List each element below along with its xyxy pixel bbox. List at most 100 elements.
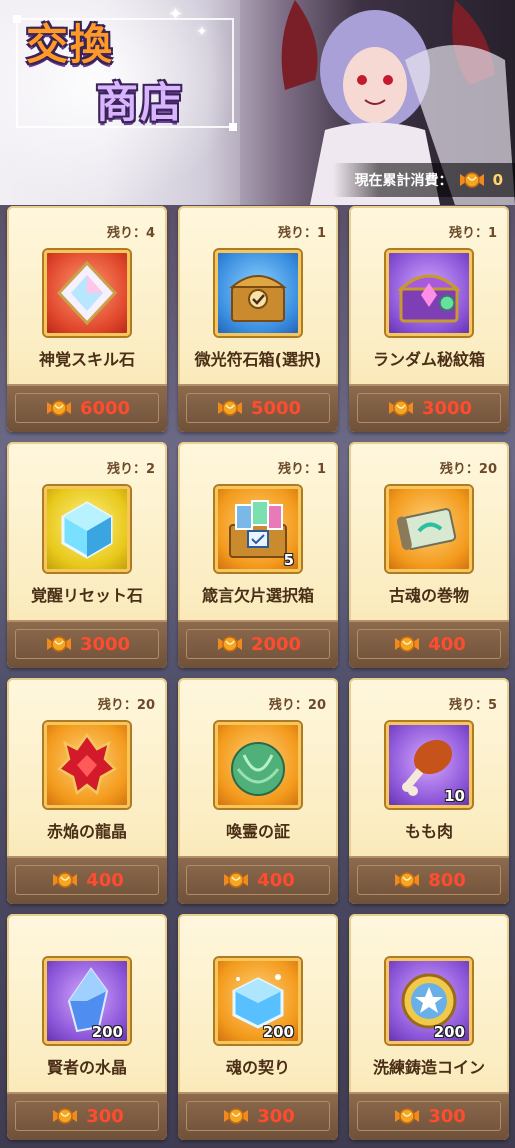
sparkle-icon: ✦ (196, 24, 208, 40)
price-display: 6000 (15, 393, 159, 423)
price-button[interactable]: 300 (7, 1092, 167, 1140)
item-icon-frame: 200 (215, 958, 301, 1044)
item-icon-frame: 5 (215, 486, 301, 572)
item-name: 神覚スキル石 (38, 350, 135, 369)
item-quantity: 200 (91, 1023, 123, 1041)
item-name: 洗練鋳造コイン (372, 1058, 485, 1077)
item-icon-frame: 200 (386, 958, 472, 1044)
item-icon-frame (215, 722, 301, 808)
item-icon-frame (215, 250, 301, 336)
shop-item-card[interactable]: 残り：20 赤焔の龍晶 400 (7, 678, 167, 904)
remaining-count: 残り：20 (97, 698, 155, 713)
candy-currency-icon (46, 636, 71, 652)
remaining-count: 残り：1 (277, 462, 326, 477)
candy-currency-icon (217, 636, 242, 652)
candy-currency-icon (395, 872, 420, 888)
price-button[interactable]: 400 (178, 856, 338, 904)
price-button[interactable]: 2000 (178, 620, 338, 668)
item-price: 800 (428, 869, 466, 891)
candy-currency-icon (53, 872, 78, 888)
item-name: 喚霊の証 (225, 822, 290, 841)
shop-item-card[interactable]: 残り：1 ランダム秘紋箱 3000 (349, 206, 509, 432)
price-display: 3000 (357, 393, 501, 423)
remaining-count: 残り：1 (448, 226, 497, 241)
price-button[interactable]: 800 (349, 856, 509, 904)
price-display: 2000 (186, 629, 330, 659)
shop-item-card[interactable]: 200 賢者の水晶 300 (7, 914, 167, 1140)
price-button[interactable]: 400 (349, 620, 509, 668)
price-display: 400 (186, 865, 330, 895)
candy-currency-icon (224, 872, 249, 888)
shop-item-card[interactable]: 200 洗練鋳造コイン 300 (349, 914, 509, 1140)
item-price: 6000 (79, 397, 131, 419)
item-name: もも肉 (404, 822, 453, 841)
purple-chest-icon (397, 274, 461, 323)
item-price: 5000 (250, 397, 302, 419)
price-display: 400 (15, 865, 159, 895)
treasure-chest-icon (229, 275, 287, 322)
shop-banner: 交換 商店 ✦ ✦ 現在累計消費： 0 (0, 0, 515, 205)
price-button[interactable]: 300 (349, 1092, 509, 1140)
sparkle-icon: ✦ (168, 4, 184, 25)
shop-item-card[interactable]: 残り：1 5 箴言欠片選択箱 2000 (178, 442, 338, 668)
red-diamond-crystal-icon (56, 260, 118, 326)
price-button[interactable]: 3000 (7, 620, 167, 668)
item-price: 400 (257, 869, 295, 891)
candy-currency-icon (46, 400, 71, 416)
price-display: 800 (357, 865, 501, 895)
price-display: 300 (15, 1101, 159, 1131)
item-price: 300 (428, 1105, 466, 1127)
price-button[interactable]: 300 (178, 1092, 338, 1140)
item-price: 300 (257, 1105, 295, 1127)
shop-item-card[interactable]: 残り：2 覚醒リセット石 3000 (7, 442, 167, 668)
item-quantity: 5 (283, 551, 294, 569)
page-title-line2: 商店 (96, 78, 185, 127)
price-button[interactable]: 3000 (349, 384, 509, 432)
shop-item-card[interactable]: 残り：5 10 もも肉 800 (349, 678, 509, 904)
scroll-icon (396, 508, 457, 550)
item-name: 赤焔の龍晶 (46, 822, 127, 841)
candy-currency-icon (388, 400, 413, 416)
price-display: 400 (357, 629, 501, 659)
shop-item-card[interactable]: 200 魂の契り 300 (178, 914, 338, 1140)
item-icon-frame (44, 250, 130, 336)
item-name: 覚醒リセット石 (30, 586, 143, 605)
item-price: 400 (86, 869, 124, 891)
remaining-count: 残り：4 (106, 226, 155, 241)
item-name: 古魂の巻物 (388, 586, 469, 605)
shop-item-card[interactable]: 残り：20 喚霊の証 400 (178, 678, 338, 904)
item-price: 3000 (79, 633, 131, 655)
item-price: 300 (86, 1105, 124, 1127)
remaining-count: 残り：20 (268, 698, 326, 713)
item-price: 3000 (421, 397, 473, 419)
candy-currency-icon (395, 636, 420, 652)
item-icon-frame (386, 250, 472, 336)
item-price: 400 (428, 633, 466, 655)
price-button[interactable]: 5000 (178, 384, 338, 432)
shop-item-card[interactable]: 残り：4 神覚スキル石 6000 (7, 206, 167, 432)
shop-item-card[interactable]: 残り：1 微光符石箱(選択) 5000 (178, 206, 338, 432)
page-title-line1: 交換 (26, 20, 115, 69)
total-spend-label: 現在累計消費： (354, 173, 453, 189)
red-dragon-crystal-icon (56, 732, 118, 796)
item-name: 箴言欠片選択箱 (201, 586, 314, 605)
candy-currency-icon (53, 1108, 78, 1124)
price-button[interactable]: 400 (7, 856, 167, 904)
item-price: 2000 (250, 633, 302, 655)
item-quantity: 200 (433, 1023, 465, 1041)
candy-currency-icon (217, 400, 242, 416)
remaining-count: 残り：5 (448, 698, 497, 713)
price-display: 300 (186, 1101, 330, 1131)
item-name: 魂の契り (225, 1058, 290, 1077)
price-display: 3000 (15, 629, 159, 659)
green-cabbage-icon (231, 742, 285, 796)
item-icon-frame: 200 (44, 958, 130, 1044)
total-spend-value: 0 (492, 171, 503, 189)
item-icon-frame (44, 722, 130, 808)
remaining-count: 残り：20 (439, 462, 497, 477)
item-icon-frame (44, 486, 130, 572)
price-button[interactable]: 6000 (7, 384, 167, 432)
remaining-count: 残り：2 (106, 462, 155, 477)
price-display: 5000 (186, 393, 330, 423)
shop-item-card[interactable]: 残り：20 古魂の巻物 400 (349, 442, 509, 668)
